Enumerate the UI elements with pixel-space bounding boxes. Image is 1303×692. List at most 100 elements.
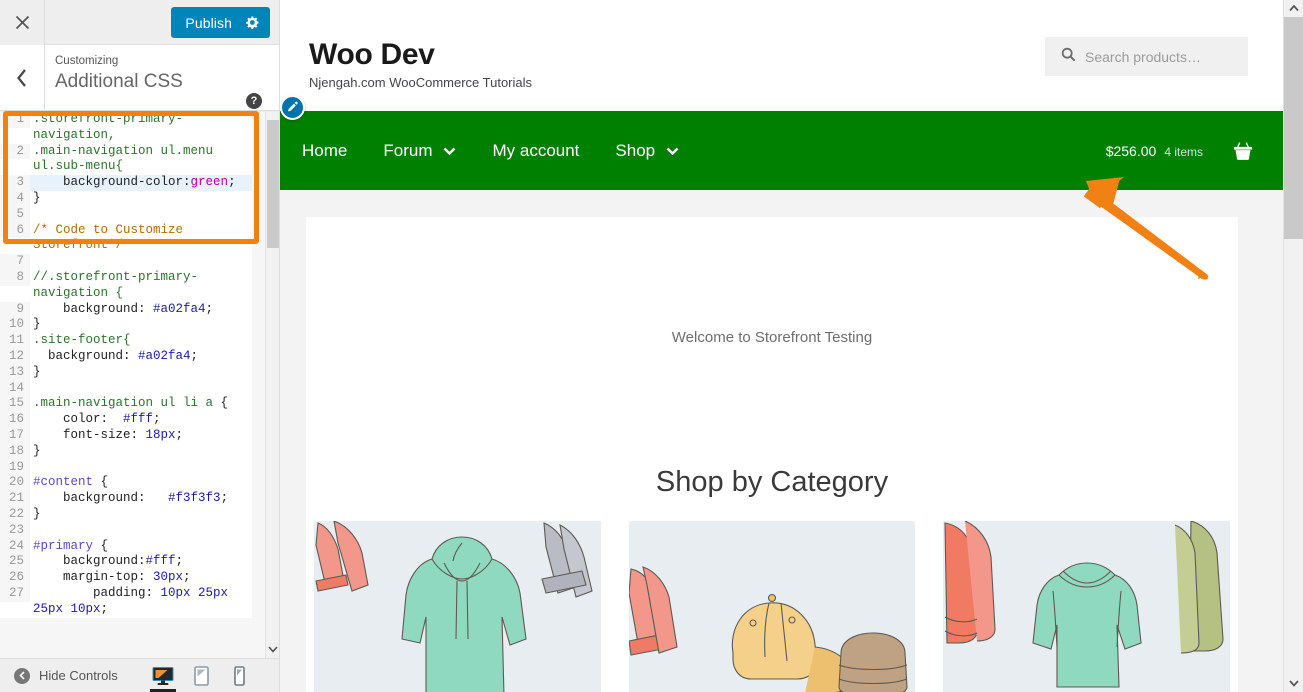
collapse-icon — [14, 667, 30, 684]
code-line[interactable]: 2 .main-navigation ul.menu ul.sub-menu{ — [0, 143, 252, 176]
editor-scrollbar[interactable] — [265, 112, 279, 658]
code-line-text[interactable]: background: #a02fa4; — [30, 302, 252, 318]
pencil-edit-icon[interactable] — [280, 95, 305, 120]
code-line-text[interactable]: .site-footer{ — [30, 333, 252, 349]
code-line[interactable]: 1 .storefront-primary-navigation, — [0, 112, 252, 144]
chevron-down-icon — [268, 645, 278, 653]
cart-summary[interactable]: $256.00 4 items — [1106, 143, 1203, 159]
code-line[interactable]: 14 — [0, 380, 252, 397]
code-line-text[interactable]: } — [30, 317, 252, 333]
code-line-text[interactable]: background-color:green; — [30, 175, 252, 191]
code-line[interactable]: 26 margin-top: 30px; — [0, 570, 252, 586]
code-line[interactable]: 12 background: #a02fa4; — [0, 348, 252, 365]
code-line-text[interactable]: } — [30, 365, 252, 381]
code-line-text[interactable]: } — [30, 191, 252, 207]
code-line[interactable]: 9 background: #a02fa4; — [0, 301, 252, 318]
code-token: { — [93, 538, 109, 553]
line-number: 23 — [0, 522, 30, 539]
code-line-text[interactable]: #content { — [30, 475, 252, 491]
code-token: ul — [33, 159, 49, 174]
code-line-text[interactable]: background: #f3f3f3; — [30, 491, 252, 507]
code-line-text[interactable]: #primary { — [30, 539, 252, 555]
nav-item-forum[interactable]: Forum — [383, 141, 456, 161]
page-scrollbar-thumb[interactable] — [1284, 17, 1303, 239]
code-line[interactable]: 4} — [0, 190, 252, 207]
additional-css-editor[interactable]: 1 .storefront-primary-navigation, 2 .main-n… — [0, 112, 266, 658]
code-line-text[interactable]: color: #fff; — [30, 412, 252, 428]
chevron-down-icon[interactable] — [443, 147, 456, 155]
code-line[interactable]: 25 background:#fff; — [0, 554, 252, 571]
code-line-text[interactable]: margin-top: 30px; — [30, 570, 252, 586]
category-card-hoodies[interactable] — [314, 521, 601, 692]
code-line[interactable]: 24 #primary { — [0, 538, 252, 555]
code-line[interactable]: 16 color: #fff; — [0, 412, 252, 428]
code-token: 30px — [153, 570, 184, 585]
code-line[interactable]: 20 #content { — [0, 475, 252, 492]
code-line-text[interactable]: .storefront-primary-navigation, — [30, 112, 252, 144]
code-line-text[interactable] — [30, 460, 252, 476]
code-line-text[interactable] — [30, 523, 252, 539]
device-tablet-button[interactable] — [182, 659, 220, 692]
code-line[interactable]: 11 .site-footer{ — [0, 333, 252, 349]
code-line-text[interactable]: /* Code to Customize Storefront*/ — [30, 223, 252, 255]
code-token: .menu — [175, 143, 221, 158]
line-number: 11 — [0, 333, 30, 349]
hide-controls-button[interactable]: Hide Controls — [14, 667, 118, 684]
shopping-basket-icon[interactable] — [1233, 141, 1253, 160]
code-line[interactable]: 22} — [0, 506, 252, 523]
publish-button[interactable]: Publish — [171, 7, 270, 38]
code-line[interactable]: 7 — [0, 254, 252, 270]
code-token: ; — [220, 491, 229, 506]
chevron-down-icon[interactable] — [666, 147, 679, 155]
nav-item-home[interactable]: Home — [302, 141, 347, 161]
code-line[interactable]: 15 .main-navigation ul li a { — [0, 396, 252, 413]
search-placeholder: Search products… — [1085, 48, 1201, 65]
back-button[interactable] — [0, 45, 45, 110]
code-line-text[interactable]: } — [30, 507, 252, 523]
code-token: #a02fa4 — [153, 301, 206, 316]
code-line[interactable]: 27 padding: 10px 25px 25px 10px; — [0, 585, 252, 618]
code-line[interactable]: 6/* Code to Customize Storefront*/ — [0, 222, 252, 255]
help-icon[interactable]: ? — [246, 93, 262, 109]
code-line[interactable]: 13} — [0, 364, 252, 381]
code-line[interactable]: 19 — [0, 459, 252, 476]
code-line-text[interactable] — [30, 381, 252, 397]
nav-item-shop[interactable]: Shop — [615, 141, 679, 161]
code-line-text[interactable] — [30, 207, 252, 223]
gear-icon[interactable] — [245, 15, 260, 30]
device-mobile-button[interactable] — [220, 659, 258, 692]
code-token: ; — [205, 301, 214, 316]
code-line[interactable]: 8//.storefront-primary-navigation { — [0, 269, 252, 302]
code-token: #fff — [123, 412, 154, 427]
code-line-text[interactable]: .main-navigation ul li a { — [30, 396, 252, 412]
code-token: background: — [33, 348, 139, 363]
nav-item-my-account[interactable]: My account — [492, 141, 579, 161]
code-line[interactable]: 23 — [0, 522, 252, 539]
code-line[interactable]: 21 background: #f3f3f3; — [0, 491, 252, 507]
scroll-down-arrow[interactable] — [1284, 675, 1303, 692]
code-line-text[interactable]: } — [30, 444, 252, 460]
code-line[interactable]: 17 font-size: 18px; — [0, 427, 252, 444]
search-input[interactable]: Search products… — [1045, 37, 1248, 76]
code-line-text[interactable]: padding: 10px 25px 25px 10px; — [30, 586, 252, 618]
scroll-up-arrow[interactable] — [1284, 0, 1303, 17]
editor-scroll-down-arrow[interactable] — [266, 642, 279, 656]
editor-scrollbar-thumb[interactable] — [267, 120, 279, 248]
code-line[interactable]: 10} — [0, 317, 252, 334]
code-line[interactable]: 18} — [0, 443, 252, 460]
line-number: 7 — [0, 254, 30, 270]
code-line-text[interactable] — [30, 254, 252, 270]
code-line-text[interactable]: background: #a02fa4; — [30, 349, 252, 365]
code-line[interactable]: 5 — [0, 206, 252, 223]
code-token: ; — [175, 427, 184, 442]
category-card-tshirts-and-sweaters[interactable] — [943, 521, 1231, 692]
page-scrollbar[interactable] — [1283, 0, 1303, 692]
code-line-text[interactable]: background:#fff; — [30, 554, 252, 570]
code-line-text[interactable]: font-size: 18px; — [30, 428, 252, 444]
category-card-caps-and-hats[interactable] — [628, 521, 916, 692]
device-desktop-button[interactable] — [144, 659, 182, 692]
code-line-text[interactable]: //.storefront-primary-navigation { — [30, 270, 252, 302]
code-line[interactable]: 3 background-color:green; — [0, 175, 252, 191]
close-customizer-button[interactable] — [0, 0, 45, 45]
code-line-text[interactable]: .main-navigation ul.menu ul.sub-menu{ — [30, 144, 252, 176]
